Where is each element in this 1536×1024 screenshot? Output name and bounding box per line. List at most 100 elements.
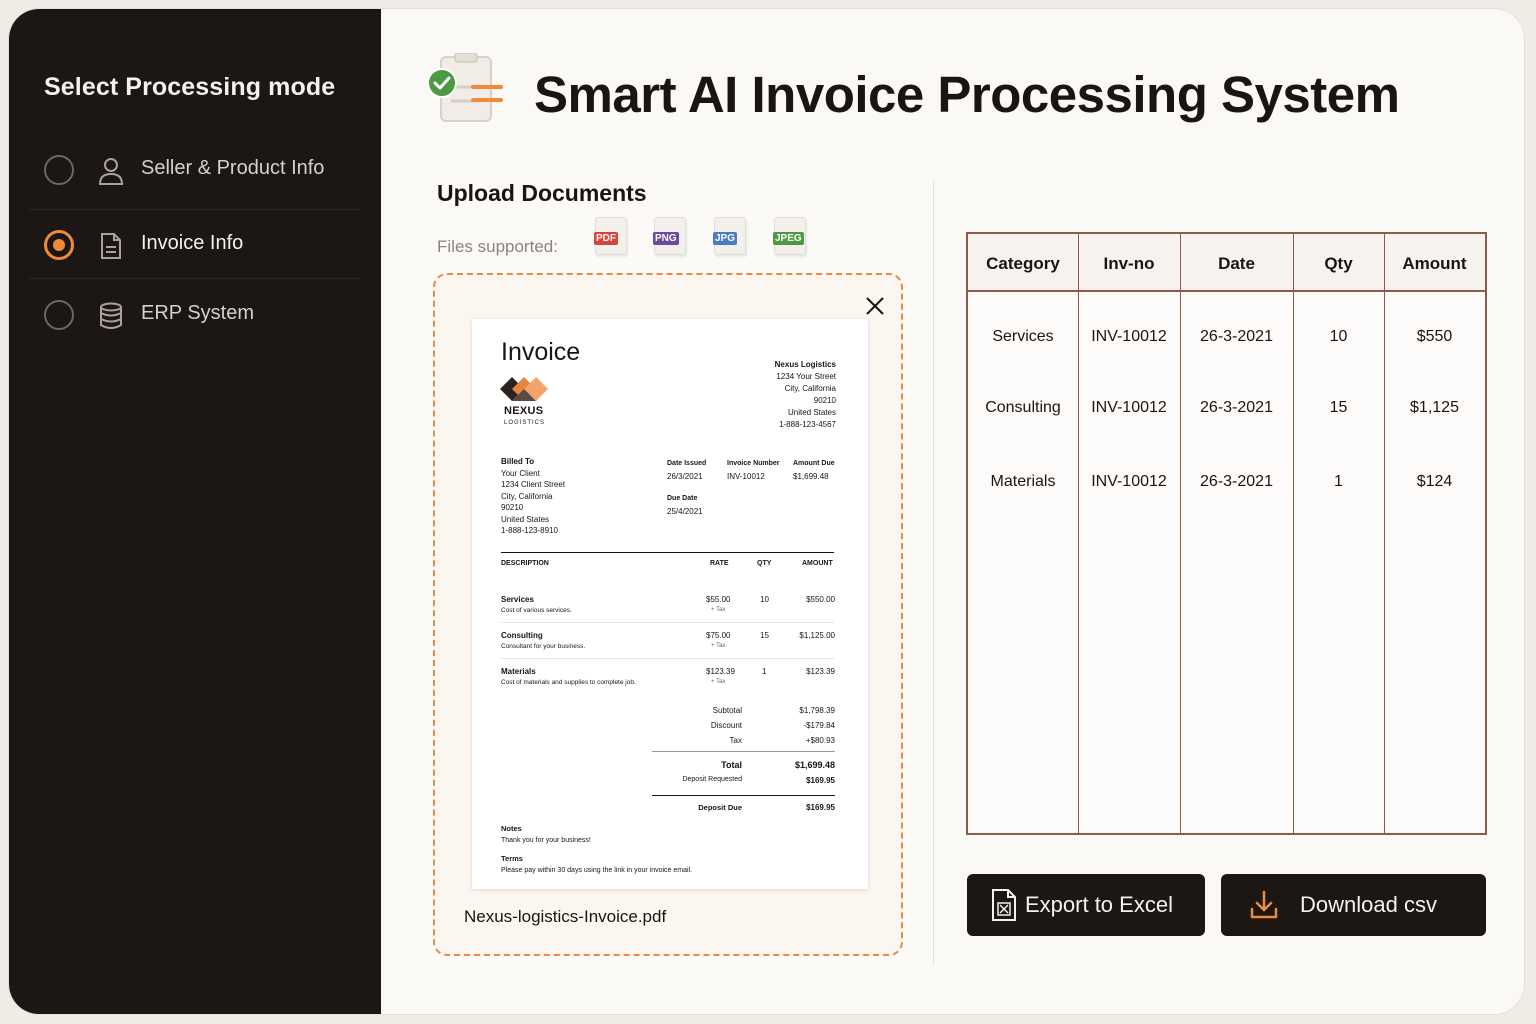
column-header-amount: Amount (1402, 254, 1467, 273)
column-header-category: Category (986, 254, 1060, 273)
deposit-requested-label: Deposit Requested (682, 776, 742, 783)
document-icon (101, 233, 121, 259)
jpeg-file-icon: JPEG (773, 217, 806, 255)
user-icon (98, 158, 124, 185)
company-line: City, California (784, 384, 836, 393)
company-line: Nexus Logistics (774, 360, 836, 369)
discount-label: Discount (710, 721, 742, 730)
app-window: Select Processing mode Seller & Product … (9, 9, 1524, 1014)
column-header-date: Date (1218, 254, 1255, 273)
item-tax: + Tax (711, 643, 726, 649)
sidebar-item-seller-product-info[interactable]: Seller & Product Info (29, 135, 361, 205)
amount-due: $1,699.48 (793, 472, 829, 481)
radio-button-selected[interactable] (44, 230, 74, 260)
company-line: 1-888-123-4567 (779, 420, 836, 429)
billed-to-line: United States (501, 514, 550, 524)
due-date-label: Due Date (667, 495, 698, 502)
invoice-number-label: Invoice Number (727, 460, 780, 467)
terms-label: Terms (501, 854, 523, 863)
company-line: United States (787, 408, 836, 417)
notes-label: Notes (501, 824, 522, 833)
total: $1,699.48 (794, 760, 835, 770)
deposit-due: $169.95 (806, 803, 835, 812)
col-qty: QTY (757, 560, 772, 567)
invoice-brand: NEXUS (504, 405, 544, 417)
sidebar-item-erp-system[interactable]: ERP System (29, 280, 361, 350)
col-amount: AMOUNT (802, 560, 833, 567)
item-tax: + Tax (711, 607, 726, 613)
column-divider (1293, 234, 1294, 833)
file-type-tag: PNG (653, 232, 679, 245)
jpg-file-icon: JPG (713, 217, 746, 255)
item-name: Consulting (501, 631, 543, 640)
billed-to-line: City, California (501, 491, 553, 501)
sidebar-item-label: Invoice Info (141, 232, 244, 254)
export-to-excel-button[interactable]: Export to Excel (967, 874, 1205, 936)
sidebar-title: Select Processing mode (44, 73, 336, 101)
table-cell: 10 (1329, 328, 1348, 345)
export-button-label: Export to Excel (1025, 892, 1173, 917)
item-rate: $55.00 (706, 595, 731, 604)
table-cell: $1,125 (1410, 399, 1459, 416)
invoice-number: INV-10012 (727, 472, 765, 481)
nexus-logo-icon (500, 377, 548, 401)
extracted-data-table: Category Inv-no Date Qty Amount Services… (966, 232, 1487, 835)
date-issued-label: Date Issued (667, 460, 707, 467)
checklist-icon (427, 53, 503, 122)
close-icon[interactable] (864, 295, 886, 317)
excel-file-icon (992, 889, 1016, 921)
table-cell: INV-10012 (1091, 399, 1167, 416)
item-amount: $1,125.00 (799, 631, 835, 640)
billed-to-line: 90210 (501, 503, 524, 512)
item-amount: $123.39 (806, 667, 835, 676)
sidebar-item-label: Seller & Product Info (141, 157, 325, 179)
files-supported-label: Files supported: (437, 237, 558, 256)
table-cell: $550 (1416, 328, 1453, 345)
item-desc: Cost of materials and supplies to comple… (501, 679, 636, 686)
item-tax: + Tax (711, 679, 726, 685)
table-cell: 26-3-2021 (1200, 473, 1273, 490)
tax-label: Tax (729, 736, 742, 745)
column-divider (1384, 234, 1385, 833)
due-date: 25/4/2021 (667, 507, 703, 516)
page-title: Smart AI Invoice Processing System (534, 66, 1400, 123)
divider (501, 552, 834, 553)
column-header-inv-no: Inv-no (1103, 254, 1155, 273)
pdf-file-icon: PDF (594, 217, 627, 255)
download-csv-button[interactable]: Download csv (1221, 874, 1486, 936)
table-cell: Materials (990, 473, 1056, 490)
notes: Thank you for your business! (501, 837, 591, 844)
invoice-title: Invoice (501, 338, 581, 366)
billed-to-line: Your Client (501, 468, 540, 478)
table-cell: 15 (1329, 399, 1348, 416)
sidebar-item-label: ERP System (141, 302, 254, 324)
invoice-preview: Invoice NEXUS LOGISTICS Nexus Logistics … (472, 319, 868, 889)
item-desc: Cost of various services. (501, 607, 572, 614)
sidebar: Select Processing mode Seller & Product … (9, 9, 381, 1014)
file-type-tag: JPG (713, 232, 738, 245)
terms: Please pay within 30 days using the link… (501, 867, 693, 874)
table-cell: Services (992, 328, 1054, 345)
sidebar-item-invoice-info[interactable]: Invoice Info (29, 209, 361, 279)
radio-button[interactable] (44, 300, 74, 330)
database-icon (100, 302, 122, 329)
discount: -$179.84 (803, 721, 835, 730)
table-cell: INV-10012 (1091, 473, 1167, 490)
billed-to-line: 1-888-123-8910 (501, 526, 558, 535)
deposit-due-label: Deposit Due (698, 803, 742, 812)
subtotal-label: Subtotal (712, 706, 742, 715)
download-button-label: Download csv (1300, 892, 1437, 917)
subtotal: $1,798.39 (799, 706, 835, 715)
item-qty: 10 (760, 595, 769, 604)
radio-button[interactable] (44, 155, 74, 185)
row-divider (501, 622, 834, 623)
row-divider (652, 751, 835, 752)
table-cell: 26-3-2021 (1200, 399, 1273, 416)
deposit-requested: $169.95 (806, 776, 835, 785)
item-desc: Consultant for your business. (501, 643, 586, 650)
company-line: 1234 Your Street (776, 372, 836, 381)
file-type-tag: PDF (594, 232, 618, 245)
item-rate: $123.39 (706, 667, 735, 676)
upload-title: Upload Documents (437, 180, 647, 206)
total-label: Total (721, 760, 742, 770)
